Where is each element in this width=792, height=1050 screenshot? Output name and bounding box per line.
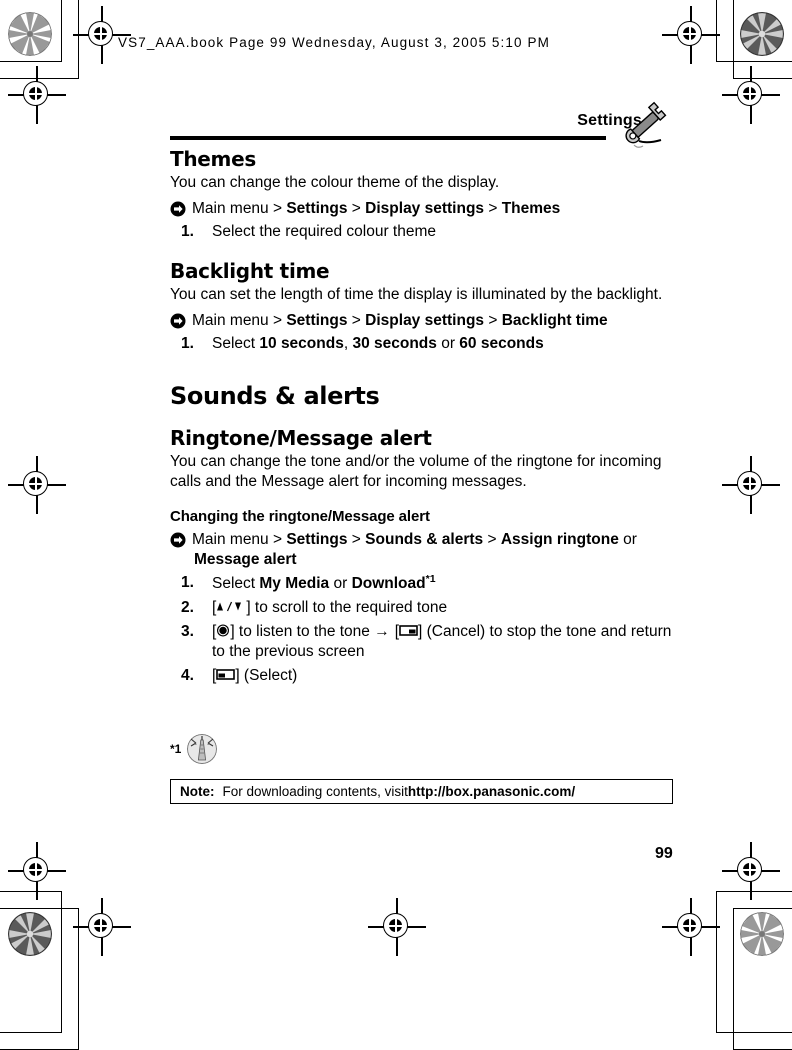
note-url: http://box.panasonic.com/	[407, 784, 576, 799]
step-number: 1.	[181, 335, 194, 353]
header-rule	[170, 136, 606, 140]
step-text: Select the required colour theme	[212, 222, 437, 240]
step-item: 1. Select My Media or Download*1	[170, 573, 675, 594]
menu-path-part: Settings	[286, 199, 348, 217]
menu-path-sep: >	[347, 311, 366, 329]
steps-themes: 1. Select the required colour theme	[170, 222, 675, 242]
document-page: VS7_AAA.book Page 99 Wednesday, August 3…	[0, 0, 792, 968]
step-text: Select	[212, 575, 260, 593]
menu-path-part: Display settings	[365, 199, 485, 217]
menu-path-part: Assign ringtone	[500, 531, 619, 549]
menu-path-prefix: Main menu >	[192, 531, 287, 549]
menu-path-sep: >	[483, 531, 501, 549]
step-sep: or	[436, 335, 460, 353]
menu-path-arrow-icon	[170, 532, 186, 548]
heading-backlight-time: Backlight time	[170, 259, 330, 284]
menu-path-themes: Main menu > Settings > Display settings …	[170, 199, 675, 219]
menu-path-part: Sounds & alerts	[365, 531, 484, 549]
file-header-stamp: VS7_AAA.book Page 99 Wednesday, August 3…	[118, 35, 550, 50]
right-arrow-icon: →	[374, 622, 390, 640]
menu-path-sep: >	[484, 311, 502, 329]
footnote-row: *1	[170, 734, 218, 764]
updown-navigation-key-icon	[216, 600, 246, 613]
steps-backlight: 1. Select 10 seconds, 30 seconds or 60 se…	[170, 334, 675, 354]
menu-path-prefix: Main menu >	[192, 311, 287, 329]
note-box: Note: For downloading contents, visit htt…	[170, 779, 673, 804]
menu-path-part: Settings	[286, 311, 348, 329]
step-item: 1. Select the required colour theme	[170, 222, 675, 242]
step-text: to listen to the tone	[234, 622, 375, 640]
step-item: 2.[ ] to scroll to the required tone	[170, 598, 675, 618]
step-option: My Media	[259, 575, 330, 593]
heading-sounds-and-alerts: Sounds & alerts	[170, 382, 380, 411]
menu-path-sep: >	[347, 531, 366, 549]
menu-path-arrow-icon	[170, 201, 186, 217]
menu-path-sep: >	[347, 199, 366, 217]
left-softkey-icon	[216, 668, 236, 681]
step-option: Download	[351, 575, 426, 593]
right-softkey-icon	[399, 624, 418, 637]
step-number: 2.	[181, 599, 194, 617]
footnote-marker: *1	[170, 742, 182, 756]
menu-path-prefix: Main menu >	[192, 199, 287, 217]
backlight-description: You can set the length of time the displ…	[170, 286, 663, 304]
page-body: Themes You can change the colour theme o…	[170, 146, 675, 689]
note-label: Note:	[180, 784, 215, 799]
step-text: to scroll to the required tone	[250, 599, 448, 617]
menu-path-ringtone: Main menu > Settings > Sounds & alerts >…	[170, 530, 675, 570]
steps-changing-ringtone: 1. Select My Media or Download*1 2.[ ] to…	[170, 573, 675, 685]
step-number: 3.	[181, 622, 194, 640]
step-option: 30 seconds	[352, 335, 437, 353]
center-select-key-icon	[216, 624, 230, 637]
note-text: For downloading contents, visit	[222, 784, 408, 799]
step-item: 4.[ ] (Select)	[170, 666, 675, 686]
step-number: 1.	[181, 222, 194, 240]
menu-path-arrow-icon	[170, 313, 186, 329]
menu-path-part: Backlight time	[501, 311, 608, 329]
themes-description: You can change the colour theme of the d…	[170, 174, 500, 191]
menu-path-part: Themes	[501, 199, 561, 217]
footnote-reference: *1	[425, 573, 436, 586]
menu-path-part: Display settings	[365, 311, 485, 329]
step-number: 1.	[181, 574, 194, 592]
section-backlight-time: Backlight time You can set the length of…	[170, 260, 675, 354]
step-sep: or	[329, 575, 352, 593]
heading-ringtone-message-alert: Ringtone/Message alert	[170, 426, 432, 451]
menu-path-suffix: or	[618, 531, 637, 549]
section-themes: Themes You can change the colour theme o…	[170, 148, 675, 242]
step-item: 3.[ ] to listen to the tone →[ ] (Cancel…	[170, 622, 675, 662]
step-text: (Select)	[239, 666, 298, 684]
ringtone-description: You can change the tone and/or the volum…	[170, 453, 662, 491]
menu-path-sep: >	[484, 199, 502, 217]
step-option: 10 seconds	[259, 335, 344, 353]
step-number: 4.	[181, 666, 194, 684]
menu-path-part: Settings	[286, 531, 348, 549]
broadcast-tower-icon	[187, 734, 218, 764]
step-item: 1. Select 10 seconds, 30 seconds or 60 se…	[170, 334, 675, 354]
menu-path-backlight: Main menu > Settings > Display settings …	[170, 311, 675, 331]
page-number: 99	[655, 845, 673, 862]
menu-path-continuation: Message alert	[194, 551, 297, 569]
heading-changing-ringtone: Changing the ringtone/Message alert	[170, 508, 430, 526]
step-option: 60 seconds	[459, 335, 544, 353]
step-text: Select	[212, 335, 260, 353]
heading-themes: Themes	[170, 147, 256, 171]
